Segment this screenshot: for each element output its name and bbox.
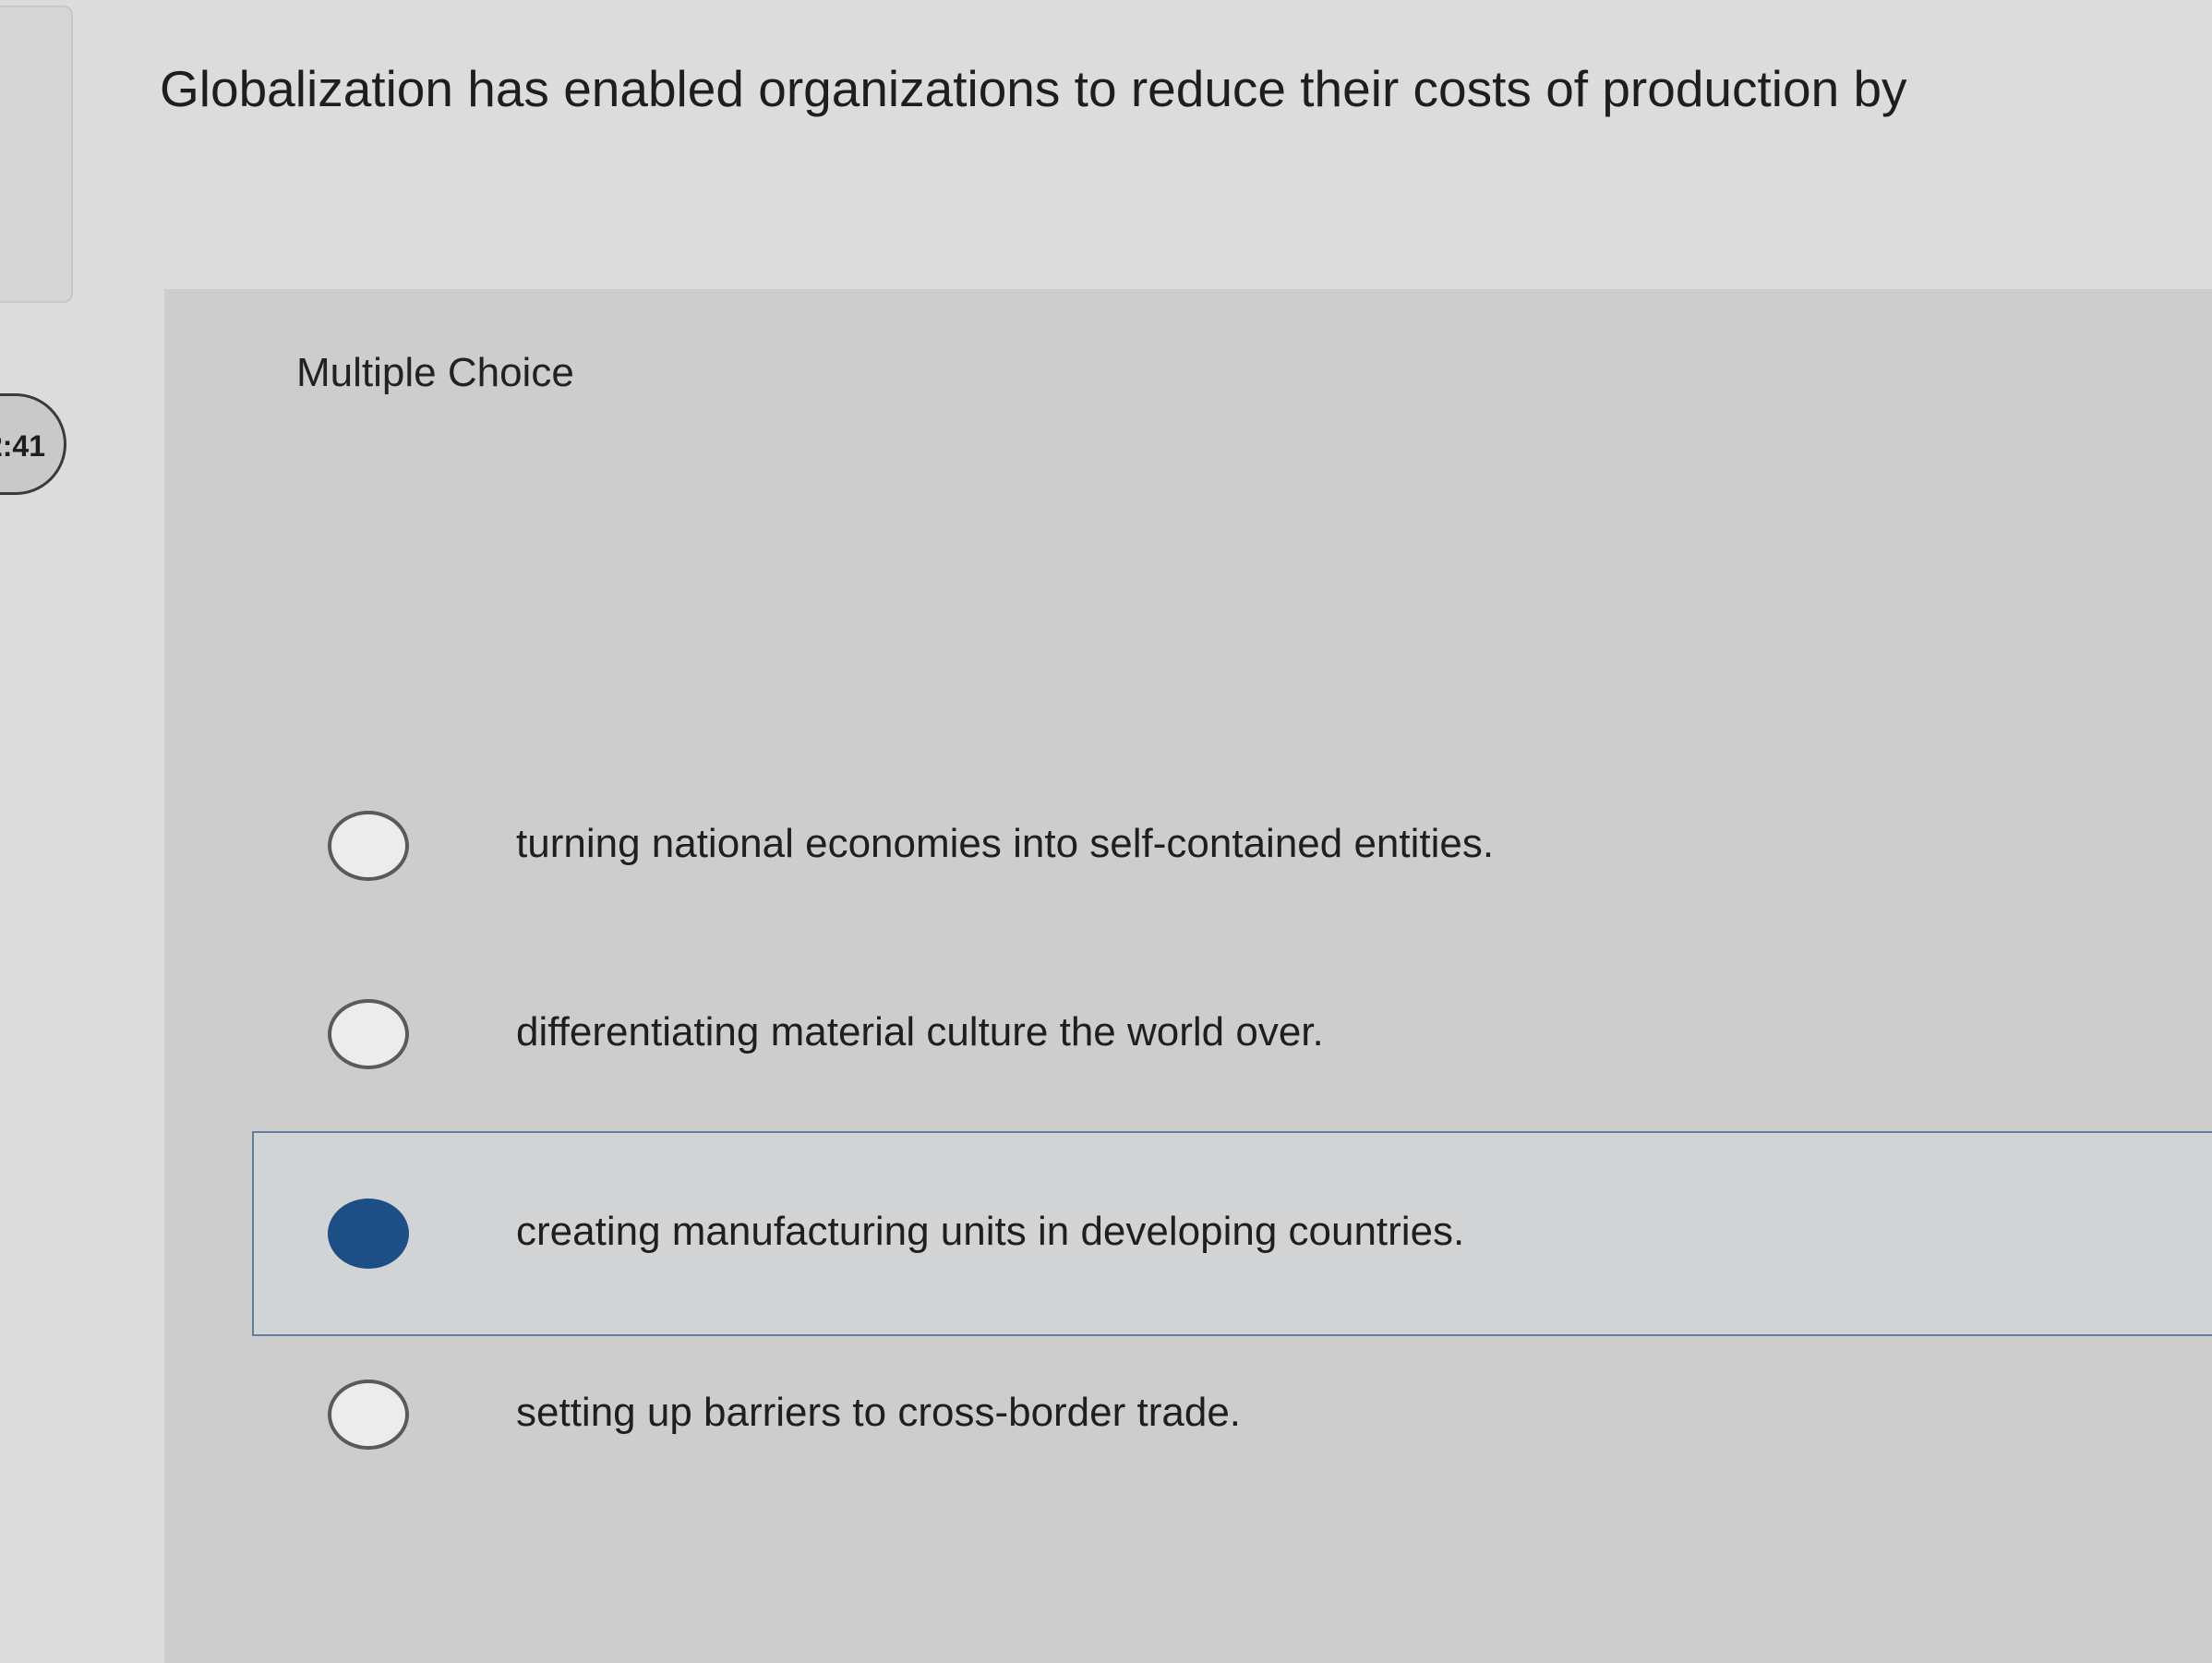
side-panel-card bbox=[0, 6, 73, 303]
timer-badge[interactable]: 2:41 bbox=[0, 393, 66, 495]
answer-option-2[interactable]: differentiating material culture the wor… bbox=[252, 932, 2212, 1137]
answer-option-4[interactable]: setting up barriers to cross-border trad… bbox=[252, 1312, 2212, 1517]
answer-option-label[interactable]: turning national economies into self-con… bbox=[516, 821, 1494, 867]
answer-option-3[interactable]: creating manufacturing units in developi… bbox=[252, 1131, 2212, 1336]
radio-button[interactable] bbox=[328, 1380, 409, 1450]
radio-button-selected[interactable] bbox=[328, 1199, 409, 1269]
timer-text: 2:41 bbox=[0, 429, 45, 463]
answer-option-label[interactable]: setting up barriers to cross-border trad… bbox=[516, 1390, 1241, 1436]
radio-button[interactable] bbox=[328, 811, 409, 881]
radio-button[interactable] bbox=[328, 999, 409, 1069]
answer-option-label[interactable]: differentiating material culture the wor… bbox=[516, 1009, 1324, 1055]
answer-panel: Multiple Choice turning national economi… bbox=[164, 289, 2212, 1663]
question-type-label: Multiple Choice bbox=[296, 350, 574, 395]
answer-option-1[interactable]: turning national economies into self-con… bbox=[252, 743, 2212, 948]
answer-option-label[interactable]: creating manufacturing units in developi… bbox=[516, 1209, 1464, 1255]
question-text: Globalization has enabled organizations … bbox=[160, 60, 1907, 117]
